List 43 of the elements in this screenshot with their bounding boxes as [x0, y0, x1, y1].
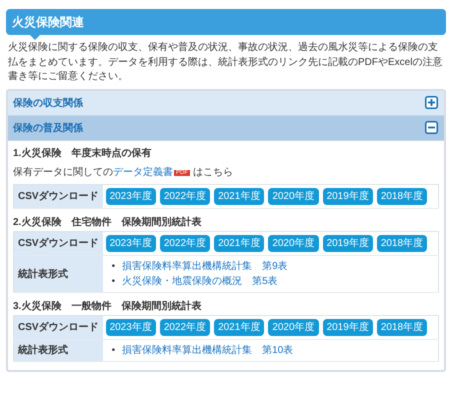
note-text: 保有データに関しての — [13, 166, 113, 178]
year-button[interactable]: 2018年度 — [376, 234, 428, 252]
row-label: CSVダウンロード — [14, 231, 103, 255]
bullet: • — [112, 344, 116, 356]
definition-link[interactable]: データ定義書 — [113, 166, 173, 178]
year-button[interactable]: 2021年度 — [214, 234, 264, 252]
year-button[interactable]: 2020年度 — [268, 188, 319, 204]
year-button[interactable]: 2022年度 — [160, 318, 210, 336]
page-heading: 火災保険関連 — [12, 15, 84, 29]
accordion-header[interactable]: 保険の普及関係 — [8, 116, 444, 140]
year-button[interactable]: 2022年度 — [160, 188, 210, 204]
year-button[interactable]: 2019年度 — [322, 318, 373, 336]
accordion-title[interactable]: 保険の普及関係 — [13, 120, 83, 134]
section-title: 3.火災保険 一般物件 保険期間別統計表 — [13, 300, 202, 312]
year-button[interactable]: 2020年度 — [268, 318, 319, 336]
row-label: 統計表形式 — [14, 255, 103, 292]
year-button[interactable]: 2018年度 — [376, 318, 428, 336]
year-button[interactable]: 2021年度 — [214, 318, 264, 336]
year-button[interactable]: 2023年度 — [106, 234, 156, 252]
minus-icon[interactable] — [425, 121, 438, 134]
intro-paragraph: 火災保険に関する保険の収支、保有や普及の状況、事故の状況、過去の風水災等による保険の支払をまとめています。データを利用する際は、統計表形式のリンク先に記載のPDFやExcelの注意書き等にご留意ください。 — [8, 41, 444, 84]
year-button[interactable]: 2023年度 — [106, 188, 156, 204]
note-text: はこちら — [193, 166, 233, 178]
year-button[interactable]: 2021年度 — [214, 188, 264, 204]
accordion-title[interactable]: 保険の収支関係 — [13, 96, 83, 110]
year-button[interactable]: 2022年度 — [160, 234, 210, 252]
row-label: CSVダウンロード — [14, 184, 103, 208]
year-button[interactable]: 2020年度 — [268, 234, 319, 252]
accordion-header[interactable]: 保険の収支関係 — [8, 90, 444, 116]
table-link[interactable]: 損害保険料率算出機構統計集 第9表 — [122, 260, 288, 272]
table-link[interactable]: 火災保険・地震保険の概況 第5表 — [122, 276, 278, 286]
year-button[interactable]: 2019年度 — [322, 188, 373, 204]
year-button[interactable]: 2023年度 — [106, 318, 156, 336]
bullet: • — [112, 276, 116, 286]
year-button[interactable]: 2019年度 — [322, 234, 373, 252]
bullet: • — [112, 260, 116, 272]
row-label: CSVダウンロード — [14, 315, 103, 339]
plus-icon[interactable] — [425, 96, 438, 109]
table-link[interactable]: 損害保険料率算出機構統計集 第10表 — [122, 344, 294, 356]
row-label: 統計表形式 — [14, 339, 103, 361]
section-title: 2.火災保険 住宅物件 保険期間別統計表 — [13, 215, 202, 228]
year-button[interactable]: 2018年度 — [376, 188, 428, 204]
section-title: 1.火災保険 年度末時点の保有 — [13, 146, 152, 160]
